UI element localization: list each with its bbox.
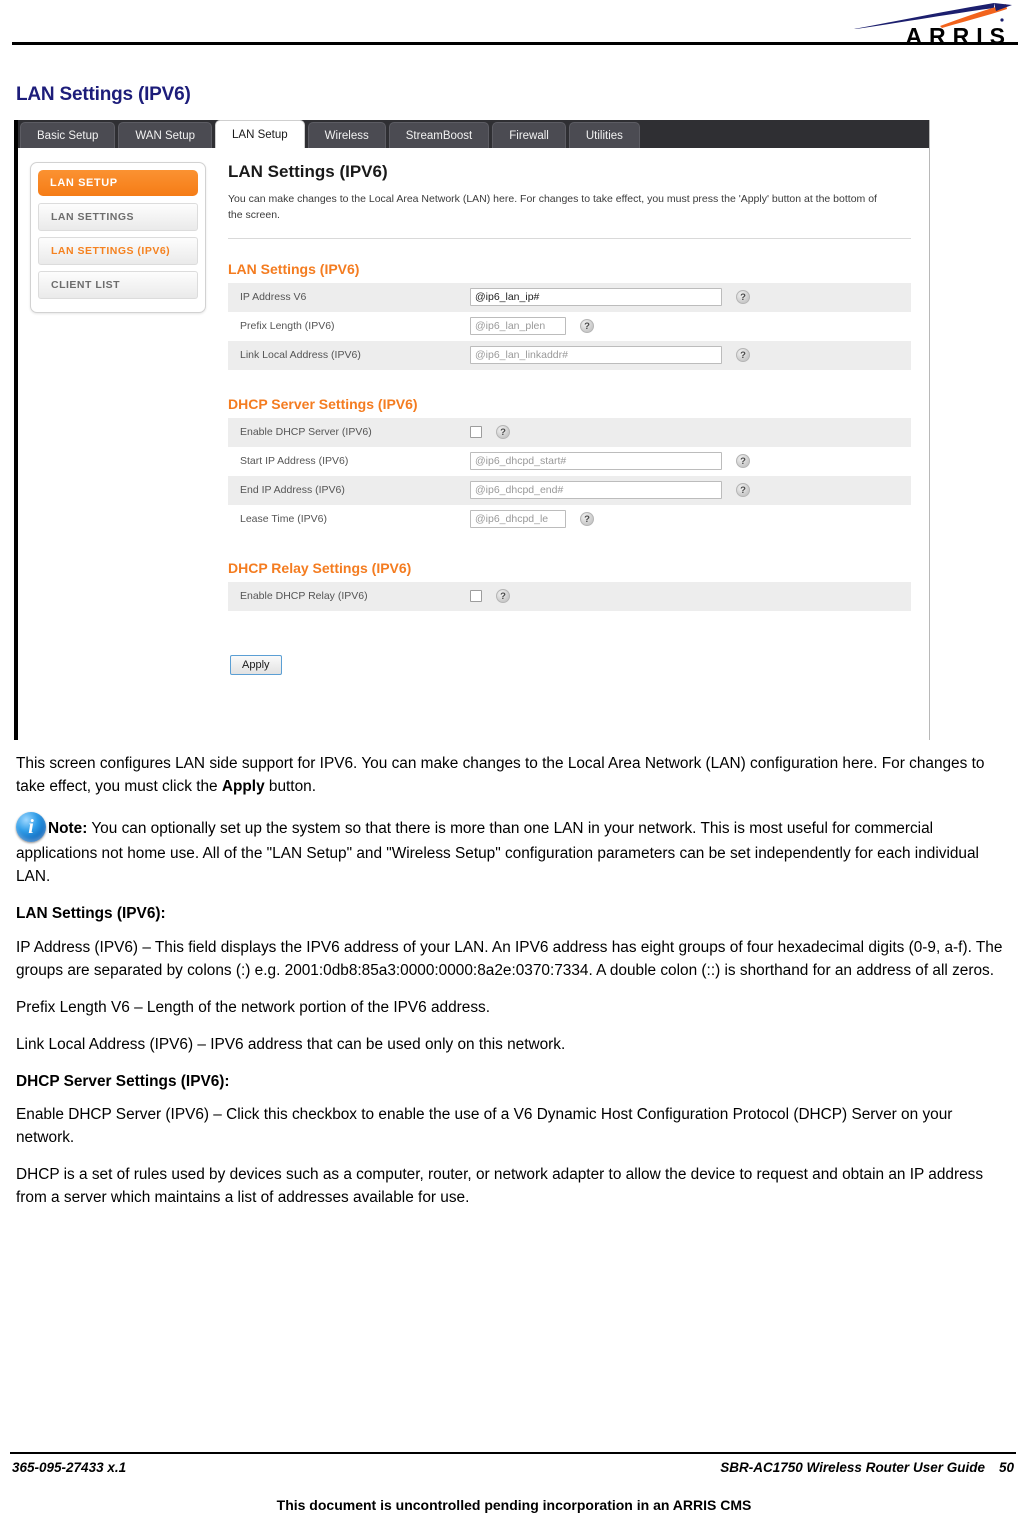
sidebar: LAN SETUP LAN SETTINGS LAN SETTINGS (IPV… [18, 148, 214, 740]
checkbox-enable-dhcp-relay[interactable] [470, 590, 482, 603]
note-label: Note: [48, 820, 88, 838]
input-ip-address-v6[interactable]: @ip6_lan_ip# [470, 288, 722, 307]
header-divider [12, 42, 1018, 45]
section-title-dhcp-server-settings: DHCP Server Settings (IPV6) [228, 395, 418, 412]
footer-divider [10, 1452, 1016, 1454]
paragraph-prefix-length: Prefix Length V6 – Length of the network… [16, 998, 490, 1016]
paragraph-note: Note: You can optionally set up the syst… [16, 812, 1011, 888]
sidebar-item-lan-settings-ipv6[interactable]: LAN SETTINGS (IPV6) [38, 237, 198, 265]
form-row-enable-dhcp-relay: Enable DHCP Relay (IPV6) ? [228, 581, 911, 611]
tab-streamboost[interactable]: StreamBoost [388, 122, 490, 148]
form-row-start-ip-address: Start IP Address (IPV6) @ip6_dhcpd_start… [228, 446, 911, 476]
sidebar-item-lan-settings[interactable]: LAN SETTINGS [38, 203, 198, 231]
form-row-end-ip-address: End IP Address (IPV6) @ip6_dhcpd_end# ? [228, 475, 911, 505]
input-end-ip-address[interactable]: @ip6_dhcpd_end# [470, 481, 722, 500]
label-end-ip-address: End IP Address (IPV6) [240, 484, 345, 497]
intro-text-a: This screen configures LAN side support … [16, 755, 985, 796]
help-icon-link-local-address[interactable]: ? [736, 348, 750, 363]
form-row-enable-dhcp-server: Enable DHCP Server (IPV6) ? [228, 417, 911, 447]
input-lease-time[interactable]: @ip6_dhcpd_le [470, 510, 566, 529]
section-title-dhcp-relay-settings: DHCP Relay Settings (IPV6) [228, 559, 412, 576]
paragraph-link-local-address: Link Local Address (IPV6) – IPV6 address… [16, 1035, 566, 1053]
router-ui-screenshot: Basic Setup WAN Setup LAN Setup Wireless… [14, 120, 930, 740]
nav-tabbar: Basic Setup WAN Setup LAN Setup Wireless… [18, 120, 929, 148]
sidebar-panel: LAN SETUP LAN SETTINGS LAN SETTINGS (IPV… [30, 162, 206, 313]
tab-basic-setup[interactable]: Basic Setup [20, 122, 116, 148]
help-icon-ip-address-v6[interactable]: ? [736, 290, 750, 305]
intro-apply-bold: Apply [221, 778, 265, 796]
footer-disclaimer: This document is uncontrolled pending in… [276, 1497, 752, 1513]
section-title-lan-settings-ipv6: LAN Settings (IPV6) [228, 260, 360, 277]
footer: 365-095-27433 x.1 SBR-AC1750 Wireless Ro… [12, 1460, 1014, 1475]
apply-button-wrap: Apply [230, 654, 911, 675]
paragraph-ip-address: IP Address (IPV6) – This field displays … [16, 938, 1003, 979]
sidebar-header-lan-setup: LAN SETUP [38, 170, 198, 196]
paragraph-intro: This screen configures LAN side support … [16, 752, 1011, 798]
help-icon-prefix-length[interactable]: ? [580, 319, 594, 334]
footer-page-number: 50 [998, 1460, 1014, 1475]
heading-lan-settings-ipv6: LAN Settings (IPV6): [16, 905, 166, 923]
help-icon-start-ip-address[interactable]: ? [736, 454, 750, 469]
page-header: ARRIS [0, 0, 1028, 52]
checkbox-enable-dhcp-server[interactable] [470, 426, 482, 439]
label-link-local-address: Link Local Address (IPV6) [240, 349, 361, 362]
footer-doc-number: 365-095-27433 x.1 [12, 1460, 127, 1475]
form-row-ip-address-v6: IP Address V6 @ip6_lan_ip# ? [228, 282, 911, 312]
sidebar-item-client-list[interactable]: CLIENT LIST [38, 271, 198, 299]
form-row-link-local-address: Link Local Address (IPV6) @ip6_lan_linka… [228, 340, 911, 370]
input-link-local-address[interactable]: @ip6_lan_linkaddr# [470, 346, 722, 365]
content-divider [228, 237, 911, 239]
paragraph-dhcp-rules: DHCP is a set of rules used by devices s… [16, 1166, 984, 1207]
content-heading: LAN Settings (IPV6) [228, 162, 388, 181]
footer-right: SBR-AC1750 Wireless Router User Guide 50 [720, 1460, 1014, 1475]
label-enable-dhcp-relay: Enable DHCP Relay (IPV6) [240, 590, 368, 603]
help-icon-end-ip-address[interactable]: ? [736, 483, 750, 498]
label-enable-dhcp-server: Enable DHCP Server (IPV6) [240, 426, 372, 439]
form-row-lease-time: Lease Time (IPV6) @ip6_dhcpd_le ? [228, 504, 911, 534]
tab-firewall[interactable]: Firewall [492, 122, 566, 148]
label-prefix-length: Prefix Length (IPV6) [240, 320, 335, 333]
content-description: You can make changes to the Local Area N… [228, 193, 877, 222]
tabbar-filler [642, 120, 929, 148]
tab-wan-setup[interactable]: WAN Setup [118, 122, 213, 148]
tab-wireless[interactable]: Wireless [307, 122, 386, 148]
intro-text-b: button. [264, 778, 316, 796]
apply-button[interactable]: Apply [230, 654, 282, 675]
body-copy: This screen configures LAN side support … [16, 752, 1011, 1210]
info-icon [16, 812, 46, 843]
paragraph-enable-dhcp-server: Enable DHCP Server (IPV6) – Click this c… [16, 1106, 953, 1147]
label-lease-time: Lease Time (IPV6) [240, 513, 327, 526]
form-row-prefix-length: Prefix Length (IPV6) @ip6_lan_plen ? [228, 311, 911, 341]
label-start-ip-address: Start IP Address (IPV6) [240, 455, 349, 468]
page-title: LAN Settings (IPV6) [16, 84, 191, 105]
help-icon-enable-dhcp-server[interactable]: ? [496, 425, 510, 440]
help-icon-enable-dhcp-relay[interactable]: ? [496, 589, 510, 604]
router-ui-body: LAN SETUP LAN SETTINGS LAN SETTINGS (IPV… [18, 148, 929, 740]
heading-dhcp-server-settings: DHCP Server Settings (IPV6): [16, 1072, 230, 1090]
content-pane: LAN Settings (IPV6) You can make changes… [214, 148, 929, 740]
label-ip-address-v6: IP Address V6 [240, 291, 307, 304]
input-start-ip-address[interactable]: @ip6_dhcpd_start# [470, 452, 722, 471]
tab-utilities[interactable]: Utilities [568, 122, 640, 148]
footer-guide-name: SBR-AC1750 Wireless Router User Guide [720, 1460, 985, 1475]
help-icon-lease-time[interactable]: ? [580, 512, 594, 527]
input-prefix-length[interactable]: @ip6_lan_plen [470, 317, 566, 336]
tab-lan-setup[interactable]: LAN Setup [215, 120, 305, 148]
note-text: You can optionally set up the system so … [16, 820, 979, 886]
